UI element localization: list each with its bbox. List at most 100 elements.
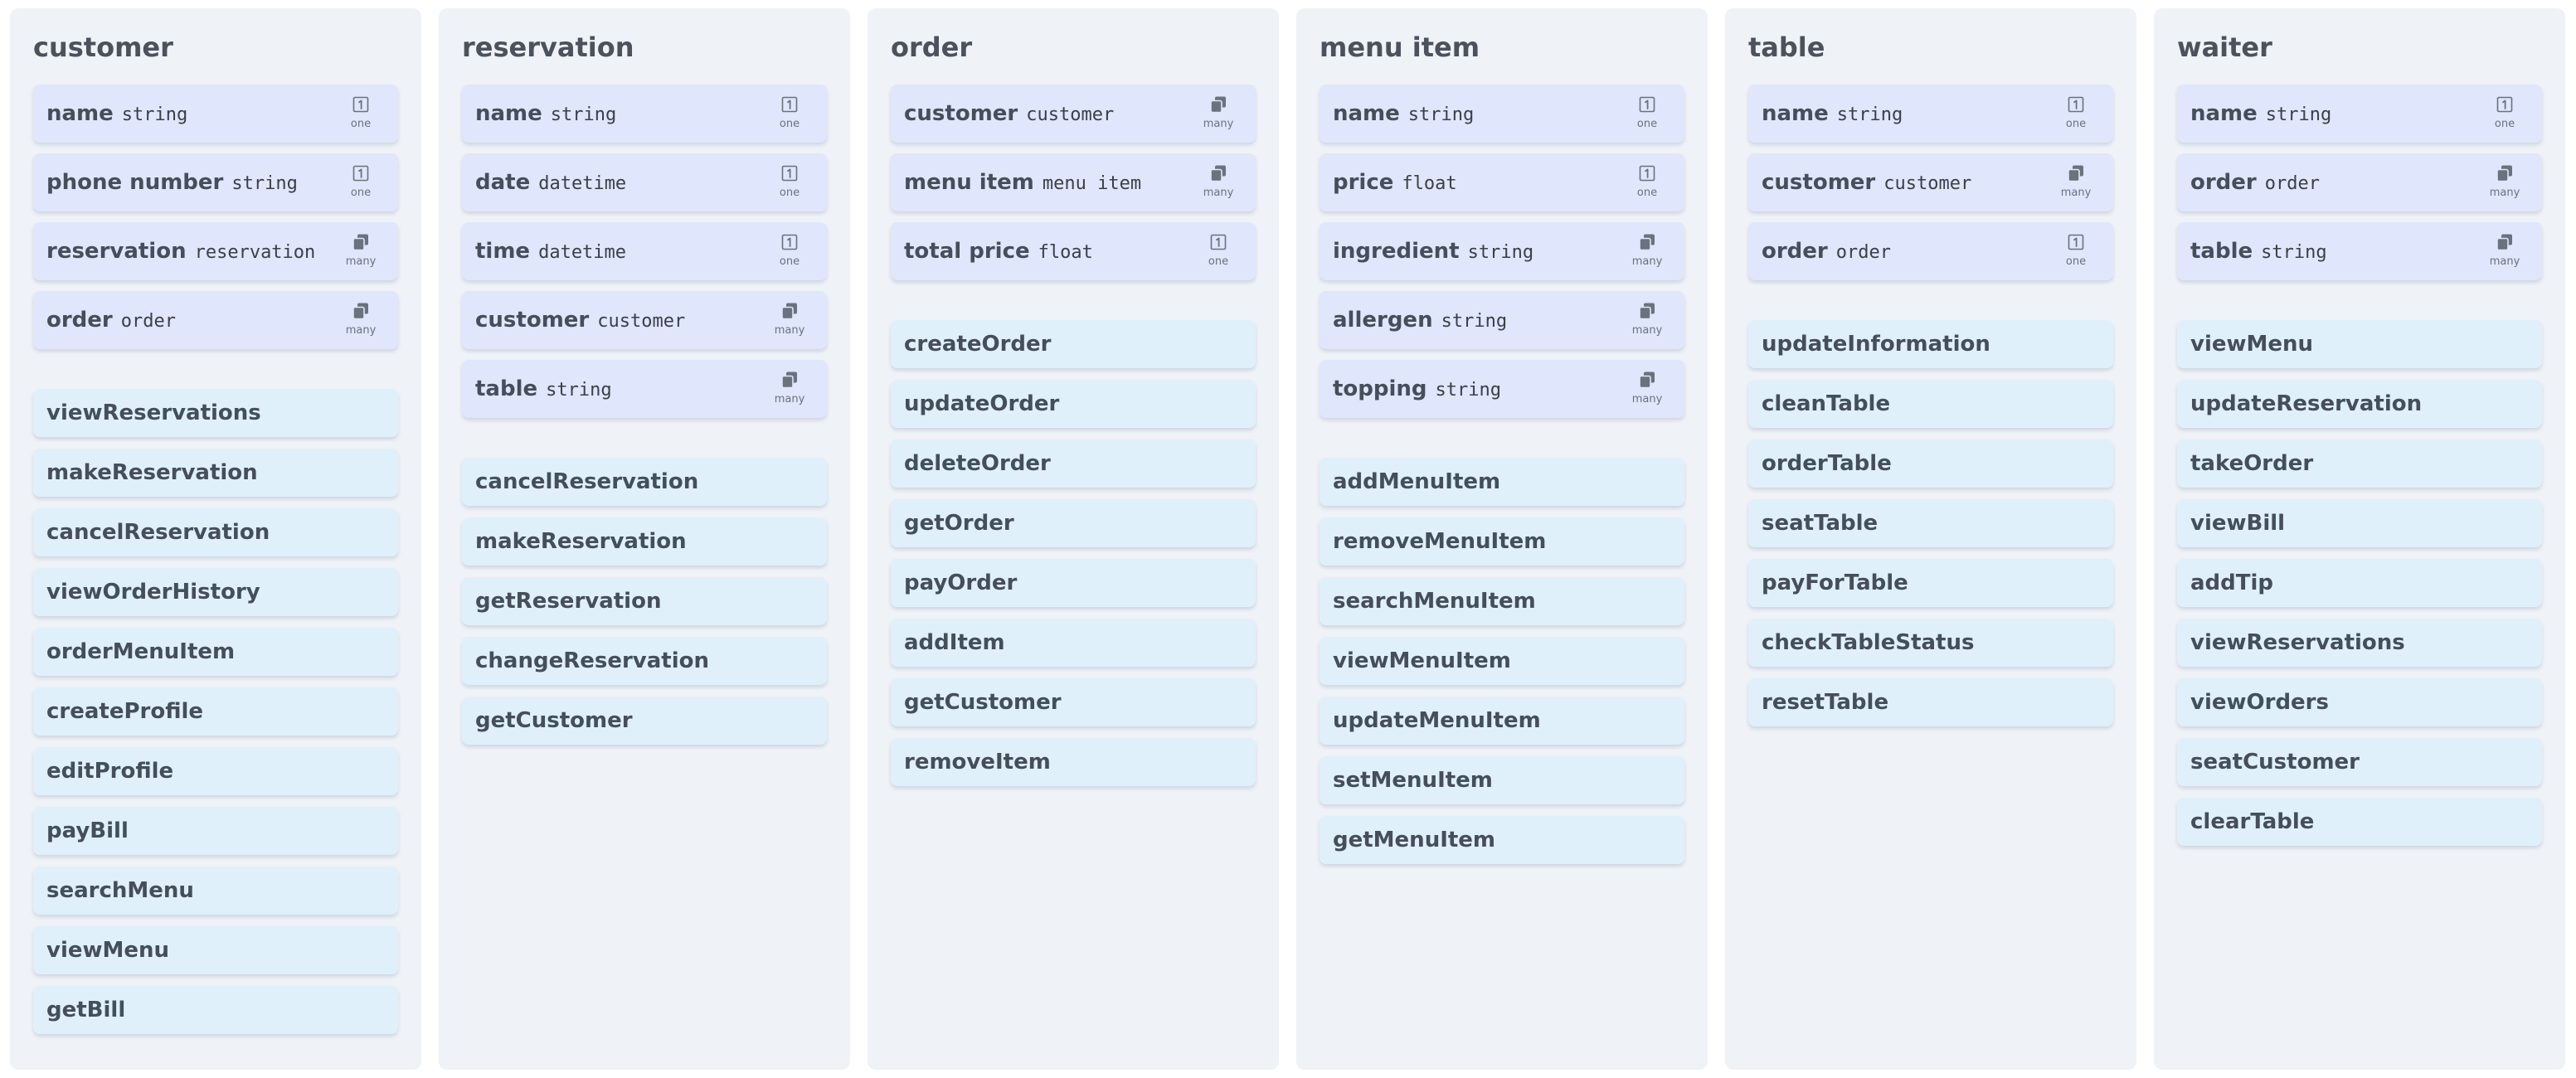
method-item[interactable]: takeOrder xyxy=(2177,439,2542,488)
method-item[interactable]: orderMenuItem xyxy=(33,628,398,676)
attribute-row: name string one xyxy=(1748,85,2113,143)
method-item[interactable]: createOrder xyxy=(891,320,1256,368)
one-icon xyxy=(780,232,800,252)
cardinality-label: one xyxy=(350,187,372,199)
method-item[interactable]: changeReservation xyxy=(462,637,827,685)
class-column: customer name string one phone number string o… xyxy=(10,8,421,1070)
cardinality-label: many xyxy=(1631,255,1663,268)
attribute-type: order xyxy=(120,311,176,332)
attribute-type: order xyxy=(2264,173,2320,194)
class-title: waiter xyxy=(2177,32,2272,63)
method-item[interactable]: addTip xyxy=(2177,559,2542,607)
attribute-name: time xyxy=(475,239,531,264)
cardinality-badge: many xyxy=(1628,229,1666,275)
method-item[interactable]: viewOrderHistory xyxy=(33,568,398,616)
attribute-row: order order many xyxy=(2177,153,2542,211)
class-column: reservation name string one date datetime one t… xyxy=(439,8,850,1070)
cardinality-badge: many xyxy=(342,229,380,275)
attribute-type: string xyxy=(1435,380,1502,401)
method-item[interactable]: getMenuItem xyxy=(1320,816,1684,864)
attribute-type: string xyxy=(546,380,612,401)
attribute-row: customer customer many xyxy=(1748,153,2113,211)
attribute-name: name xyxy=(46,101,114,126)
method-item[interactable]: makeReservation xyxy=(33,449,398,497)
attribute-row: time datetime one xyxy=(462,222,827,280)
attribute-type: float xyxy=(1038,242,1093,263)
attribute-name: customer xyxy=(904,101,1018,126)
method-list: createOrder updateOrder deleteOrder getOrde… xyxy=(891,320,1256,786)
attribute-row: name string one xyxy=(1320,85,1684,143)
method-item[interactable]: payForTable xyxy=(1748,559,2113,607)
method-item[interactable]: setMenuItem xyxy=(1320,756,1684,804)
attribute-type: datetime xyxy=(538,173,627,194)
cardinality-badge: many xyxy=(342,298,380,344)
attribute-type: string xyxy=(1836,104,1903,125)
method-item[interactable]: createProfile xyxy=(33,687,398,736)
method-item[interactable]: searchMenu xyxy=(33,867,398,915)
method-item[interactable]: updateReservation xyxy=(2177,380,2542,428)
method-item[interactable]: searchMenuItem xyxy=(1320,577,1684,625)
method-item[interactable]: getOrder xyxy=(891,499,1256,547)
attribute-name: table xyxy=(2190,239,2253,264)
method-item[interactable]: cleanTable xyxy=(1748,380,2113,428)
method-item[interactable]: updateOrder xyxy=(891,380,1256,428)
method-item[interactable]: viewMenu xyxy=(33,926,398,974)
cardinality-badge: one xyxy=(2057,91,2095,138)
attribute-type: string xyxy=(1467,242,1534,263)
method-item[interactable]: viewMenuItem xyxy=(1320,637,1684,685)
method-item[interactable]: seatTable xyxy=(1748,499,2113,547)
method-item[interactable]: updateMenuItem xyxy=(1320,697,1684,745)
class-title: reservation xyxy=(462,32,634,63)
method-item[interactable]: removeItem xyxy=(891,738,1256,786)
method-item[interactable]: makeReservation xyxy=(462,517,827,566)
method-item[interactable]: viewReservations xyxy=(2177,619,2542,667)
method-item[interactable]: addItem xyxy=(891,619,1256,667)
cardinality-label: many xyxy=(1203,118,1234,130)
one-icon xyxy=(2066,95,2086,114)
method-item[interactable]: viewBill xyxy=(2177,499,2542,547)
many-icon xyxy=(2495,232,2515,252)
method-item[interactable]: seatCustomer xyxy=(2177,738,2542,786)
method-item[interactable]: getCustomer xyxy=(462,697,827,745)
attribute-name: customer xyxy=(475,308,590,333)
method-item[interactable]: removeMenuItem xyxy=(1320,517,1684,566)
method-item[interactable]: viewReservations xyxy=(33,389,398,437)
method-item[interactable]: getCustomer xyxy=(891,678,1256,726)
attribute-row: name string one xyxy=(462,85,827,143)
cardinality-badge: many xyxy=(1628,298,1666,344)
many-icon xyxy=(1637,232,1657,252)
cardinality-badge: many xyxy=(1199,91,1237,138)
method-item[interactable]: deleteOrder xyxy=(891,439,1256,488)
many-icon xyxy=(351,301,371,321)
many-icon xyxy=(1208,95,1228,114)
method-item[interactable]: payOrder xyxy=(891,559,1256,607)
method-item[interactable]: editProfile xyxy=(33,747,398,795)
cardinality-badge: one xyxy=(342,160,380,206)
method-item[interactable]: cancelReservation xyxy=(33,508,398,556)
method-item[interactable]: getReservation xyxy=(462,577,827,625)
method-item[interactable]: updateInformation xyxy=(1748,320,2113,368)
attribute-type: order xyxy=(1835,242,1891,263)
method-item[interactable]: orderTable xyxy=(1748,439,2113,488)
method-item[interactable]: checkTableStatus xyxy=(1748,619,2113,667)
method-item[interactable]: getBill xyxy=(33,986,398,1034)
method-item[interactable]: clearTable xyxy=(2177,798,2542,846)
method-item[interactable]: viewOrders xyxy=(2177,678,2542,726)
method-item[interactable]: addMenuItem xyxy=(1320,458,1684,506)
method-item[interactable]: viewMenu xyxy=(2177,320,2542,368)
class-title: menu item xyxy=(1320,32,1480,63)
method-item[interactable]: resetTable xyxy=(1748,678,2113,726)
attribute-name: allergen xyxy=(1333,308,1433,333)
class-column: menu item name string one price float one ingre… xyxy=(1296,8,1708,1070)
method-item[interactable]: payBill xyxy=(33,807,398,855)
attribute-list: customer customer many menu item menu item ma… xyxy=(891,85,1256,280)
attribute-row: date datetime one xyxy=(462,153,827,211)
many-icon xyxy=(351,232,371,252)
attribute-row: topping string many xyxy=(1320,360,1684,418)
method-list: updateInformation cleanTable orderTable sea… xyxy=(1748,320,2113,726)
class-column: table name string one customer customer many or… xyxy=(1725,8,2136,1070)
attribute-list: name string one phone number string one reserv… xyxy=(33,85,398,349)
attribute-row: table string many xyxy=(462,360,827,418)
method-item[interactable]: cancelReservation xyxy=(462,458,827,506)
attribute-row: reservation reservation many xyxy=(33,222,398,280)
